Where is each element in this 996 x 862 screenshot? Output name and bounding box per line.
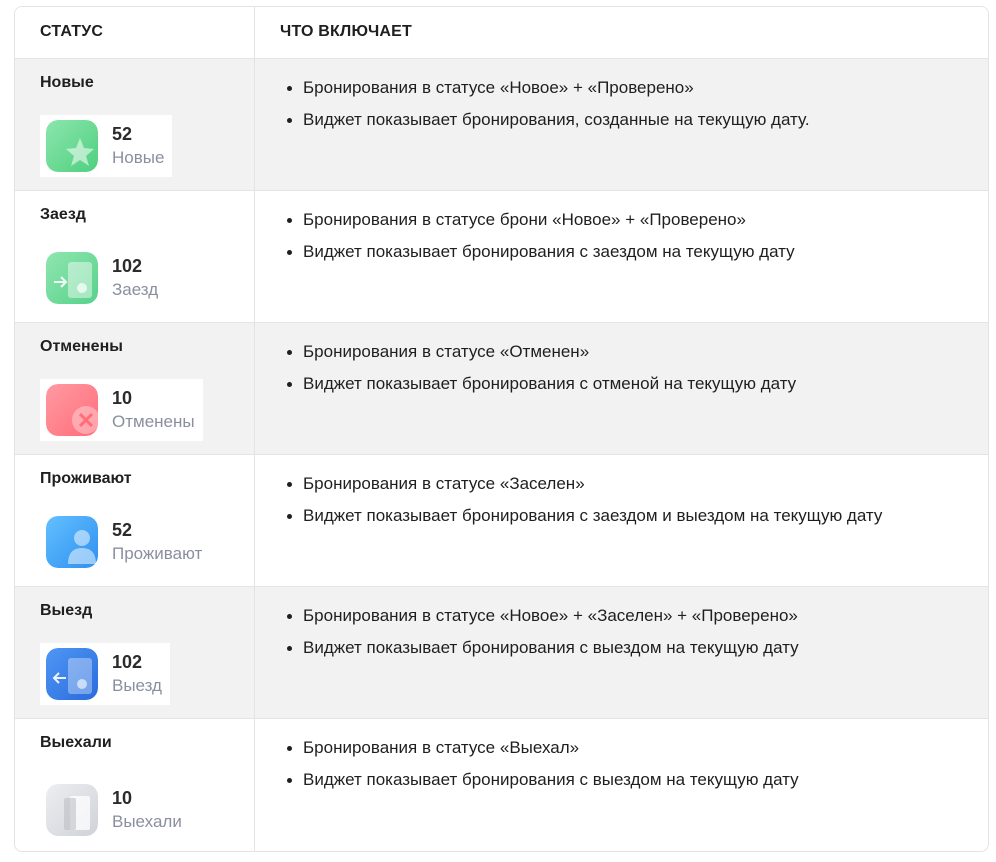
- list-item: Бронирования в статусе «Новое» + «Провер…: [287, 77, 810, 99]
- header-cell-includes: ЧТО ВКЛЮЧАЕТ: [255, 7, 988, 58]
- widget-count: 10: [112, 388, 133, 408]
- description-cell: Бронирования в статусе брони «Новое» + «…: [255, 191, 988, 322]
- widget-count: 102: [112, 652, 143, 672]
- widget-label: Выезд: [112, 676, 162, 695]
- door-icon: [46, 784, 98, 836]
- check-in-building-icon: [46, 252, 98, 304]
- cancel-icon: [46, 384, 98, 436]
- header-status: СТАТУС: [40, 23, 104, 40]
- widget-label: Отменены: [112, 412, 195, 431]
- list-item: Виджет показывает бронирования, созданны…: [287, 110, 810, 129]
- list-item: Бронирования в статусе «Отменен»: [286, 341, 796, 363]
- status-cell: Проживают 52 Проживают: [15, 455, 255, 586]
- table-row: Новые 52 Новые Бронирования в статусе «Н…: [15, 58, 988, 190]
- widget-count: 10: [112, 788, 133, 808]
- description-cell: Бронирования в статусе «Выехал» Виджет п…: [255, 719, 988, 851]
- widget-check-in: 102 Заезд: [40, 247, 166, 309]
- widget-label: Заезд: [112, 280, 159, 299]
- widget-label: Новые: [112, 148, 165, 167]
- header-cell-status: СТАТУС: [15, 7, 255, 58]
- check-out-building-icon: [46, 648, 98, 700]
- list-item: Виджет показывает бронирования с выездом…: [287, 638, 799, 657]
- table-row: Выезд 102 Выезд Бронирования в статусе «…: [15, 586, 988, 718]
- widget-living: 52 Проживают: [40, 511, 210, 573]
- table-row: Проживают 52 Проживают Бронирования в ст…: [15, 454, 988, 586]
- status-title: Выезд: [40, 602, 93, 619]
- description-cell: Бронирования в статусе «Новое» + «Провер…: [255, 59, 988, 190]
- widget-count: 102: [112, 256, 143, 276]
- widget-check-out: 102 Выезд: [40, 643, 170, 705]
- status-cell: Выехали 10 Выехали: [15, 719, 255, 851]
- bullet-list: Бронирования в статусе «Отменен» Виджет …: [286, 341, 797, 405]
- table-row: Заезд 102 Заезд Бронирования в статусе б…: [15, 190, 988, 322]
- bullet-list: Бронирования в статусе «Новое» + «Провер…: [287, 77, 810, 141]
- widget-new: 52 Новые: [40, 115, 173, 177]
- list-item: Виджет показывает бронирования с отменой…: [286, 374, 797, 393]
- list-item: Виджет показывает бронирования с заездом…: [287, 242, 795, 261]
- table-header-row: СТАТУС ЧТО ВКЛЮЧАЕТ: [15, 7, 988, 58]
- status-title: Выехали: [40, 734, 112, 751]
- status-title: Проживают: [40, 470, 132, 487]
- status-cell: Новые 52 Новые: [15, 59, 255, 190]
- table-row: Выехали 10 Выехали Бронирования в статус…: [15, 718, 988, 851]
- bullet-list: Бронирования в статусе «Новое» + «Заселе…: [287, 605, 799, 669]
- list-item: Бронирования в статусе «Выехал»: [287, 737, 799, 759]
- header-includes: ЧТО ВКЛЮЧАЕТ: [280, 23, 412, 40]
- list-item: Бронирования в статусе «Новое» + «Заселе…: [287, 606, 798, 625]
- list-item: Бронирования в статусе «Заселен»: [286, 473, 882, 495]
- description-cell: Бронирования в статусе «Отменен» Виджет …: [255, 323, 988, 454]
- list-item: Бронирования в статусе брони «Новое» + «…: [287, 209, 795, 231]
- status-cell: Заезд 102 Заезд: [15, 191, 255, 322]
- widget-label: Проживают: [112, 544, 203, 563]
- status-title: Новые: [40, 74, 94, 91]
- list-item: Виджет показывает бронирования с заездом…: [286, 506, 883, 525]
- description-cell: Бронирования в статусе «Новое» + «Заселе…: [255, 587, 988, 718]
- widget-checked-out: 10 Выехали: [40, 779, 190, 841]
- status-cell: Отменены 10 Отменены: [15, 323, 255, 454]
- widget-count: 52: [112, 124, 133, 144]
- person-icon: [46, 516, 98, 568]
- status-table: СТАТУС ЧТО ВКЛЮЧАЕТ Новые 52 Новые Брони…: [14, 6, 989, 852]
- status-title: Отменены: [40, 338, 123, 355]
- status-cell: Выезд 102 Выезд: [15, 587, 255, 718]
- widget-count: 52: [112, 520, 133, 540]
- widget-label: Выехали: [112, 812, 182, 831]
- description-cell: Бронирования в статусе «Заселен» Виджет …: [255, 455, 988, 586]
- list-item: Виджет показывает бронирования с выездом…: [287, 770, 799, 789]
- status-title: Заезд: [40, 206, 86, 223]
- bullet-list: Бронирования в статусе брони «Новое» + «…: [287, 209, 795, 273]
- star-icon: [46, 120, 98, 172]
- bullet-list: Бронирования в статусе «Выехал» Виджет п…: [287, 737, 799, 801]
- widget-cancelled: 10 Отменены: [40, 379, 203, 441]
- table-row: Отменены 10 Отменены Бронирования в стат…: [15, 322, 988, 454]
- bullet-list: Бронирования в статусе «Заселен» Виджет …: [286, 473, 883, 537]
